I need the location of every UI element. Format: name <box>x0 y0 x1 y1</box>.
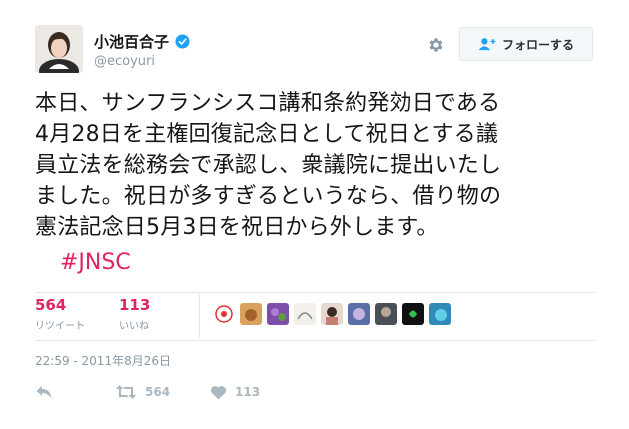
liker-avatar[interactable] <box>294 303 316 325</box>
retweet-stat-label: リツイート <box>35 321 85 332</box>
like-stat-label: いいね <box>119 321 149 332</box>
retweet-count: 564 <box>145 385 171 399</box>
liker-avatar[interactable] <box>213 303 235 325</box>
retweet-stat[interactable]: 564 リツイート <box>35 296 85 333</box>
liker-avatar[interactable] <box>402 303 424 325</box>
like-stat[interactable]: 113 いいね <box>119 296 151 333</box>
tweet-timestamp[interactable]: 22:59 - 2011年8月26日 <box>35 352 171 369</box>
tweet-text-line: ました。祝日が多すぎるというなら、借り物の <box>35 184 502 209</box>
stats-bottom-divider <box>35 340 595 341</box>
tweet-actions: 564 113 <box>35 384 300 400</box>
follow-button-label: フォローする <box>501 37 574 52</box>
liker-avatar[interactable] <box>240 303 262 325</box>
like-count: 113 <box>235 385 261 399</box>
heart-icon <box>211 385 226 399</box>
reply-icon <box>36 386 52 398</box>
follow-user-plus-icon <box>478 38 496 51</box>
hashtag-link[interactable]: #JNSC <box>60 250 131 275</box>
liker-avatar[interactable] <box>321 303 343 325</box>
retweet-icon <box>116 385 136 399</box>
liker-avatars <box>213 303 451 325</box>
follow-button[interactable]: フォローする <box>459 27 593 61</box>
tweet-text-line: 本日、サンフランシスコ講和条約発効日である <box>35 91 501 116</box>
retweet-stat-count: 564 <box>35 296 67 314</box>
like-button[interactable]: 113 <box>210 385 300 400</box>
tweet-text-line: 員立法を総務会で承認し、衆議院に提出いたし <box>35 153 502 178</box>
user-name-row[interactable]: 小池百合子 <box>94 31 190 52</box>
stats-vertical-divider <box>199 294 200 338</box>
retweet-button[interactable]: 564 <box>115 384 210 400</box>
tweet-stats: 564 リツイート 113 いいね <box>35 296 151 333</box>
liker-avatar[interactable] <box>267 303 289 325</box>
liker-avatar[interactable] <box>348 303 370 325</box>
stats-top-divider <box>35 292 595 293</box>
tweet-text-line: 憲法記念日5月3日を祝日から外します。 <box>35 215 439 240</box>
like-stat-count: 113 <box>119 296 151 314</box>
tweet-text: 本日、サンフランシスコ講和条約発効日である 4月28日を主権回復記念日として祝日… <box>35 88 605 243</box>
reply-button[interactable] <box>35 384 95 400</box>
liker-avatar[interactable] <box>429 303 451 325</box>
verified-badge-icon <box>175 34 190 49</box>
avatar[interactable] <box>35 25 83 73</box>
gear-icon[interactable] <box>427 36 445 54</box>
user-handle[interactable]: @ecoyuri <box>94 54 155 69</box>
avatar-image <box>35 25 83 73</box>
liker-avatar[interactable] <box>375 303 397 325</box>
display-name[interactable]: 小池百合子 <box>94 31 169 52</box>
tweet-text-line: 4月28日を主権回復記念日として祝日とする議 <box>35 122 499 147</box>
